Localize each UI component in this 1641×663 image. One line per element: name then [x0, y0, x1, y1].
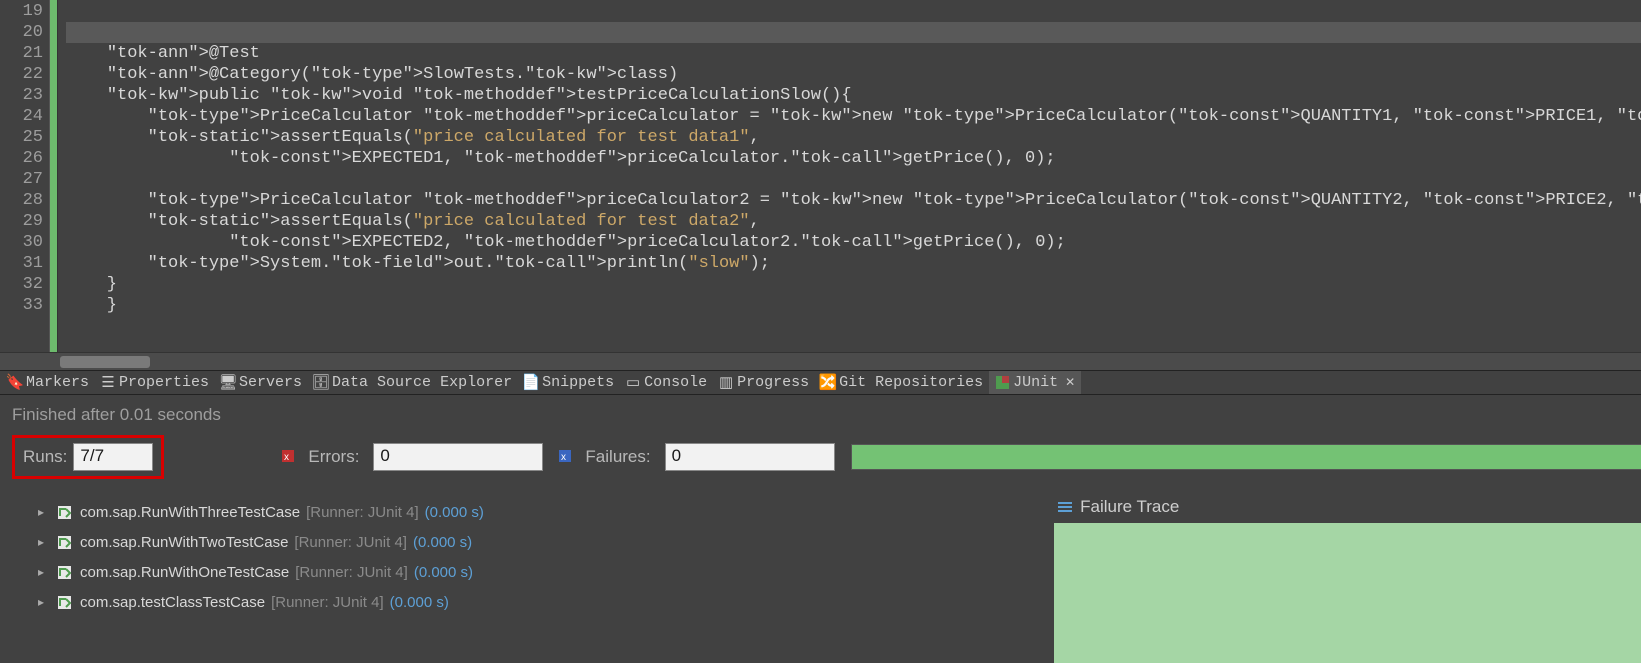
tab-snippets[interactable]: 📄Snippets	[518, 371, 620, 394]
error-icon: x	[282, 450, 296, 464]
tab-servers[interactable]: 🖥Servers	[215, 371, 308, 394]
failures-value: 0	[665, 443, 835, 471]
junit-status: Finished after 0.01 seconds	[12, 405, 1641, 425]
test-runner: [Runner: JUnit 4]	[271, 594, 384, 611]
snippets-icon: 📄	[524, 375, 538, 389]
close-icon[interactable]: ✕	[1065, 375, 1075, 390]
test-runner: [Runner: JUnit 4]	[294, 534, 407, 551]
tab-properties[interactable]: ☰Properties	[95, 371, 215, 394]
test-pass-icon	[54, 595, 74, 610]
tab-progress[interactable]: ▥Progress	[713, 371, 815, 394]
junit-results-tree[interactable]: ▸ com.sap.RunWithThreeTestCase [Runner: J…	[12, 497, 1046, 663]
runs-label: Runs:	[23, 447, 67, 467]
code-area[interactable]: "tok-ann">@Test "tok-ann">@Category("tok…	[58, 0, 1641, 352]
code-editor[interactable]: 192021222324252627282930313233 "tok-ann"…	[0, 0, 1641, 352]
tab-markers[interactable]: 🔖Markers	[2, 371, 95, 394]
tab-console[interactable]: ▭Console	[620, 371, 713, 394]
test-pass-icon	[54, 565, 74, 580]
twisty-icon[interactable]: ▸	[34, 505, 48, 519]
test-time: (0.000 s)	[413, 534, 472, 551]
git-icon: 🔀	[821, 375, 835, 389]
horizontal-scrollbar[interactable]	[0, 352, 1641, 370]
runs-value: 7/7	[73, 443, 153, 471]
markers-icon: 🔖	[8, 375, 22, 389]
junit-counters: Runs: 7/7 x Errors: 0 x Failures: 0	[12, 435, 1641, 479]
console-icon: ▭	[626, 375, 640, 389]
svg-text:x: x	[284, 452, 289, 462]
tab-junit[interactable]: JUnit✕	[989, 371, 1081, 394]
line-number-gutter: 192021222324252627282930313233	[0, 0, 50, 352]
test-runner: [Runner: JUnit 4]	[306, 504, 419, 521]
database-icon: 🗄	[314, 375, 328, 389]
junit-view: Finished after 0.01 seconds Runs: 7/7 x …	[0, 395, 1641, 663]
junit-result-row[interactable]: ▸ com.sap.RunWithThreeTestCase [Runner: J…	[12, 497, 1046, 527]
failure-trace-label: Failure Trace	[1080, 497, 1179, 517]
scrollbar-thumb[interactable]	[60, 356, 150, 368]
junit-icon	[995, 375, 1009, 389]
runs-highlight-box: Runs: 7/7	[12, 435, 164, 479]
failures-label: Failures:	[585, 447, 650, 467]
test-name: com.sap.testClassTestCase	[80, 594, 265, 611]
failure-trace-body[interactable]	[1054, 523, 1641, 663]
test-name: com.sap.RunWithTwoTestCase	[80, 534, 288, 551]
failure-trace-icon	[1058, 501, 1072, 513]
test-pass-icon	[54, 535, 74, 550]
errors-value: 0	[373, 443, 543, 471]
properties-icon: ☰	[101, 375, 115, 389]
servers-icon: 🖥	[221, 375, 235, 389]
svg-text:x: x	[561, 452, 566, 462]
junit-result-row[interactable]: ▸ com.sap.testClassTestCase [Runner: JUni…	[12, 587, 1046, 617]
test-runner: [Runner: JUnit 4]	[295, 564, 408, 581]
coverage-bar	[50, 0, 58, 352]
twisty-icon[interactable]: ▸	[34, 565, 48, 579]
junit-result-row[interactable]: ▸ com.sap.RunWithTwoTestCase [Runner: JUn…	[12, 527, 1046, 557]
views-tabbar[interactable]: 🔖Markers ☰Properties 🖥Servers 🗄Data Sour…	[0, 370, 1641, 395]
twisty-icon[interactable]: ▸	[34, 595, 48, 609]
test-time: (0.000 s)	[390, 594, 449, 611]
tab-dse[interactable]: 🗄Data Source Explorer	[308, 371, 518, 394]
test-name: com.sap.RunWithOneTestCase	[80, 564, 289, 581]
failure-icon: x	[559, 450, 573, 464]
tab-git[interactable]: 🔀Git Repositories	[815, 371, 989, 394]
junit-progress-bar	[851, 444, 1641, 470]
test-name: com.sap.RunWithThreeTestCase	[80, 504, 300, 521]
test-time: (0.000 s)	[425, 504, 484, 521]
test-pass-icon	[54, 505, 74, 520]
test-time: (0.000 s)	[414, 564, 473, 581]
main-area: 192021222324252627282930313233 "tok-ann"…	[0, 0, 1641, 663]
twisty-icon[interactable]: ▸	[34, 535, 48, 549]
errors-label: Errors:	[308, 447, 359, 467]
junit-result-row[interactable]: ▸ com.sap.RunWithOneTestCase [Runner: JUn…	[12, 557, 1046, 587]
failure-trace-panel: Failure Trace	[1054, 497, 1641, 663]
progress-icon: ▥	[719, 375, 733, 389]
